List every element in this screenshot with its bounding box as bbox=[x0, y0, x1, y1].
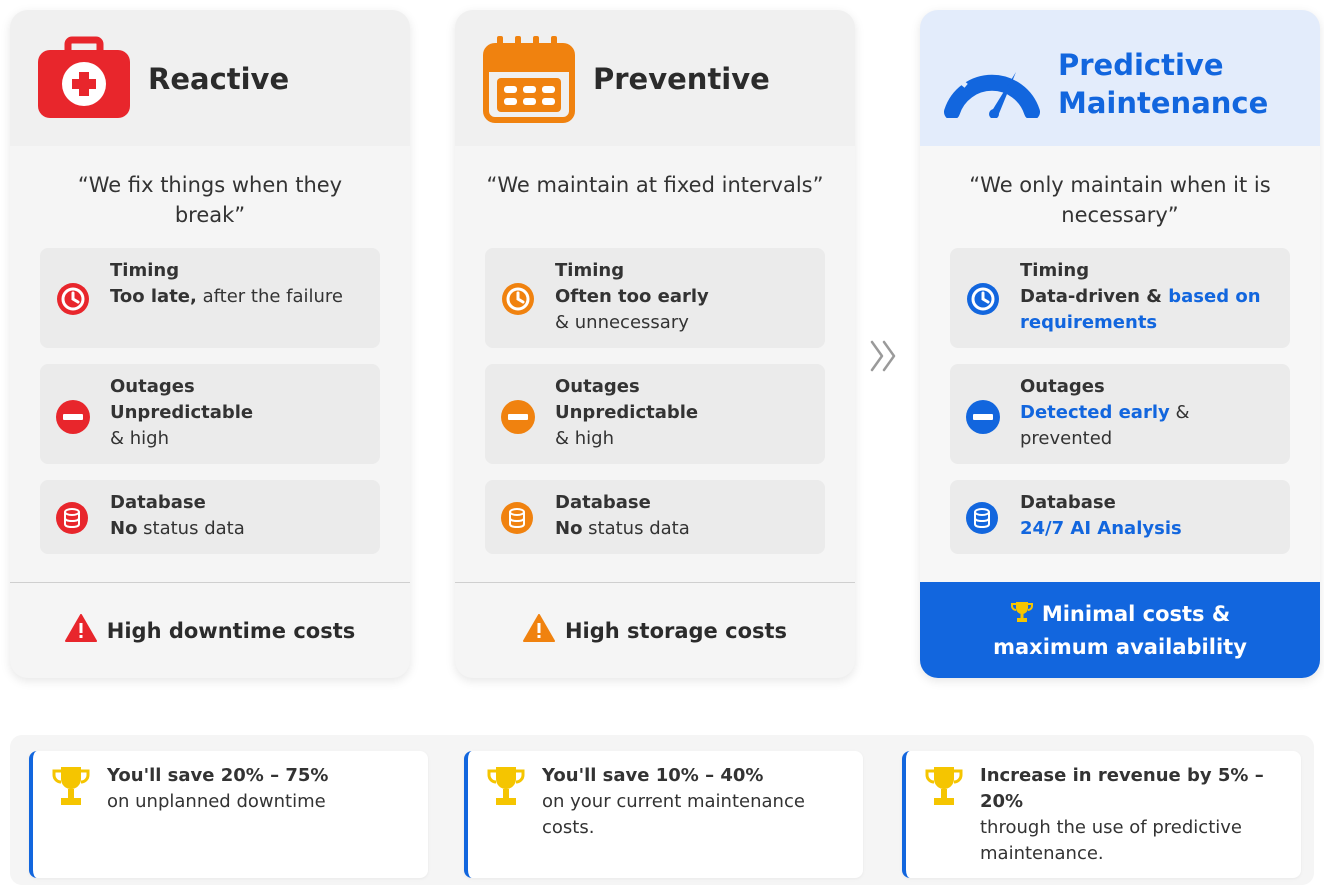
database-icon bbox=[501, 502, 533, 538]
minus-circle-icon bbox=[966, 400, 1000, 438]
database-label: Database bbox=[1020, 492, 1116, 513]
stat-card-downtime: You'll save 20% – 75% on unplanned downt… bbox=[29, 751, 428, 878]
trophy-icon bbox=[1010, 600, 1034, 632]
reactive-outages-box: Outages Unpredictable & high bbox=[40, 364, 380, 464]
reactive-quote: “We fix things when they break” bbox=[77, 173, 343, 227]
predictive-header: Predictive Maintenance bbox=[920, 10, 1320, 146]
reactive-footer: High downtime costs bbox=[10, 582, 410, 678]
outages-strong: Unpredictable bbox=[110, 402, 254, 423]
database-strong: No bbox=[110, 518, 138, 539]
database-label: Database bbox=[110, 492, 206, 513]
outages-strong: Unpredictable bbox=[555, 402, 699, 423]
trophy-icon bbox=[924, 765, 964, 813]
outages-label: Outages bbox=[110, 376, 195, 397]
timing-label: Timing bbox=[110, 260, 180, 281]
reactive-header: Reactive bbox=[10, 10, 410, 146]
preventive-title: Preventive bbox=[593, 62, 770, 96]
minus-circle-icon bbox=[501, 400, 535, 438]
timing-strong: Data-driven & bbox=[1020, 286, 1169, 307]
trophy-icon bbox=[51, 765, 91, 813]
database-rest: status data bbox=[582, 518, 690, 539]
preventive-header: Preventive bbox=[455, 10, 855, 146]
predictive-card: Predictive Maintenance “We only maintain… bbox=[920, 10, 1320, 678]
warning-icon bbox=[64, 614, 97, 647]
preventive-footer-text: High storage costs bbox=[564, 618, 788, 643]
outages-blue: Detected early bbox=[1020, 402, 1170, 423]
timing-label: Timing bbox=[555, 260, 625, 281]
reactive-title: Reactive bbox=[148, 62, 290, 96]
predictive-title-line1: Predictive bbox=[1058, 48, 1224, 82]
predictive-quote: “We only maintain when it is necessary” bbox=[969, 173, 1271, 227]
database-strong: No bbox=[555, 518, 583, 539]
outages-rest: & high bbox=[555, 428, 615, 449]
preventive-quote: “We maintain at fixed intervals” bbox=[486, 173, 824, 197]
preventive-timing-box: Timing Often too early & unnecessary bbox=[485, 248, 825, 348]
trophy-icon bbox=[486, 765, 526, 813]
clock-icon bbox=[56, 282, 90, 320]
stat-body: through the use of predictive maintenanc… bbox=[980, 817, 1242, 864]
predictive-outages-box: Outages Detected early & prevented bbox=[950, 364, 1290, 464]
timing-strong: Too late, bbox=[110, 286, 197, 307]
stat-card-revenue: Increase in revenue by 5% – 20% through … bbox=[902, 751, 1301, 878]
stat-heading: Increase in revenue by 5% – 20% bbox=[980, 765, 1264, 812]
reactive-footer-text: High downtime costs bbox=[106, 618, 356, 643]
minus-circle-icon bbox=[56, 400, 90, 438]
timing-rest: after the failure bbox=[196, 286, 344, 307]
database-rest: status data bbox=[137, 518, 245, 539]
clock-icon bbox=[966, 282, 1000, 320]
database-blue: 24/7 AI Analysis bbox=[1020, 518, 1182, 539]
double-chevron-right-icon bbox=[868, 336, 898, 385]
reactive-timing-box: Timing Too late, after the failure bbox=[40, 248, 380, 348]
preventive-footer: High storage costs bbox=[455, 582, 855, 678]
clock-icon bbox=[501, 282, 535, 320]
speedometer-icon bbox=[942, 38, 1042, 122]
database-label: Database bbox=[555, 492, 651, 513]
predictive-timing-box: Timing Data-driven & based on requiremen… bbox=[950, 248, 1290, 348]
timing-label: Timing bbox=[1020, 260, 1090, 281]
preventive-database-box: Database No status data bbox=[485, 480, 825, 554]
first-aid-kit-icon bbox=[38, 36, 130, 124]
stat-card-maintenance: You'll save 10% – 40% on your current ma… bbox=[464, 751, 863, 878]
timing-strong: Often too early bbox=[555, 286, 709, 307]
reactive-card: Reactive “We fix things when they break”… bbox=[10, 10, 410, 678]
preventive-outages-box: Outages Unpredictable & high bbox=[485, 364, 825, 464]
stat-heading: You'll save 10% – 40% bbox=[542, 765, 764, 786]
database-icon bbox=[966, 502, 998, 538]
predictive-database-box: Database 24/7 AI Analysis bbox=[950, 480, 1290, 554]
outages-label: Outages bbox=[555, 376, 640, 397]
reactive-database-box: Database No status data bbox=[40, 480, 380, 554]
timing-rest: & unnecessary bbox=[555, 312, 689, 333]
warning-icon bbox=[522, 614, 555, 647]
outages-rest: & high bbox=[110, 428, 170, 449]
outages-label: Outages bbox=[1020, 376, 1105, 397]
predictive-footer-line1: Minimal costs & bbox=[1041, 601, 1231, 626]
calendar-icon bbox=[483, 36, 575, 128]
predictive-title: Predictive Maintenance bbox=[1058, 46, 1298, 122]
predictive-footer: Minimal costs & maximum availability bbox=[920, 582, 1320, 678]
predictive-title-line2: Maintenance bbox=[1058, 86, 1269, 120]
preventive-card: Preventive “We maintain at fixed interva… bbox=[455, 10, 855, 678]
database-icon bbox=[56, 502, 88, 538]
stat-heading: You'll save 20% – 75% bbox=[107, 765, 329, 786]
predictive-footer-line2: maximum availability bbox=[993, 634, 1247, 659]
stat-body: on unplanned downtime bbox=[107, 791, 326, 812]
stat-body: on your current maintenance costs. bbox=[542, 791, 805, 838]
